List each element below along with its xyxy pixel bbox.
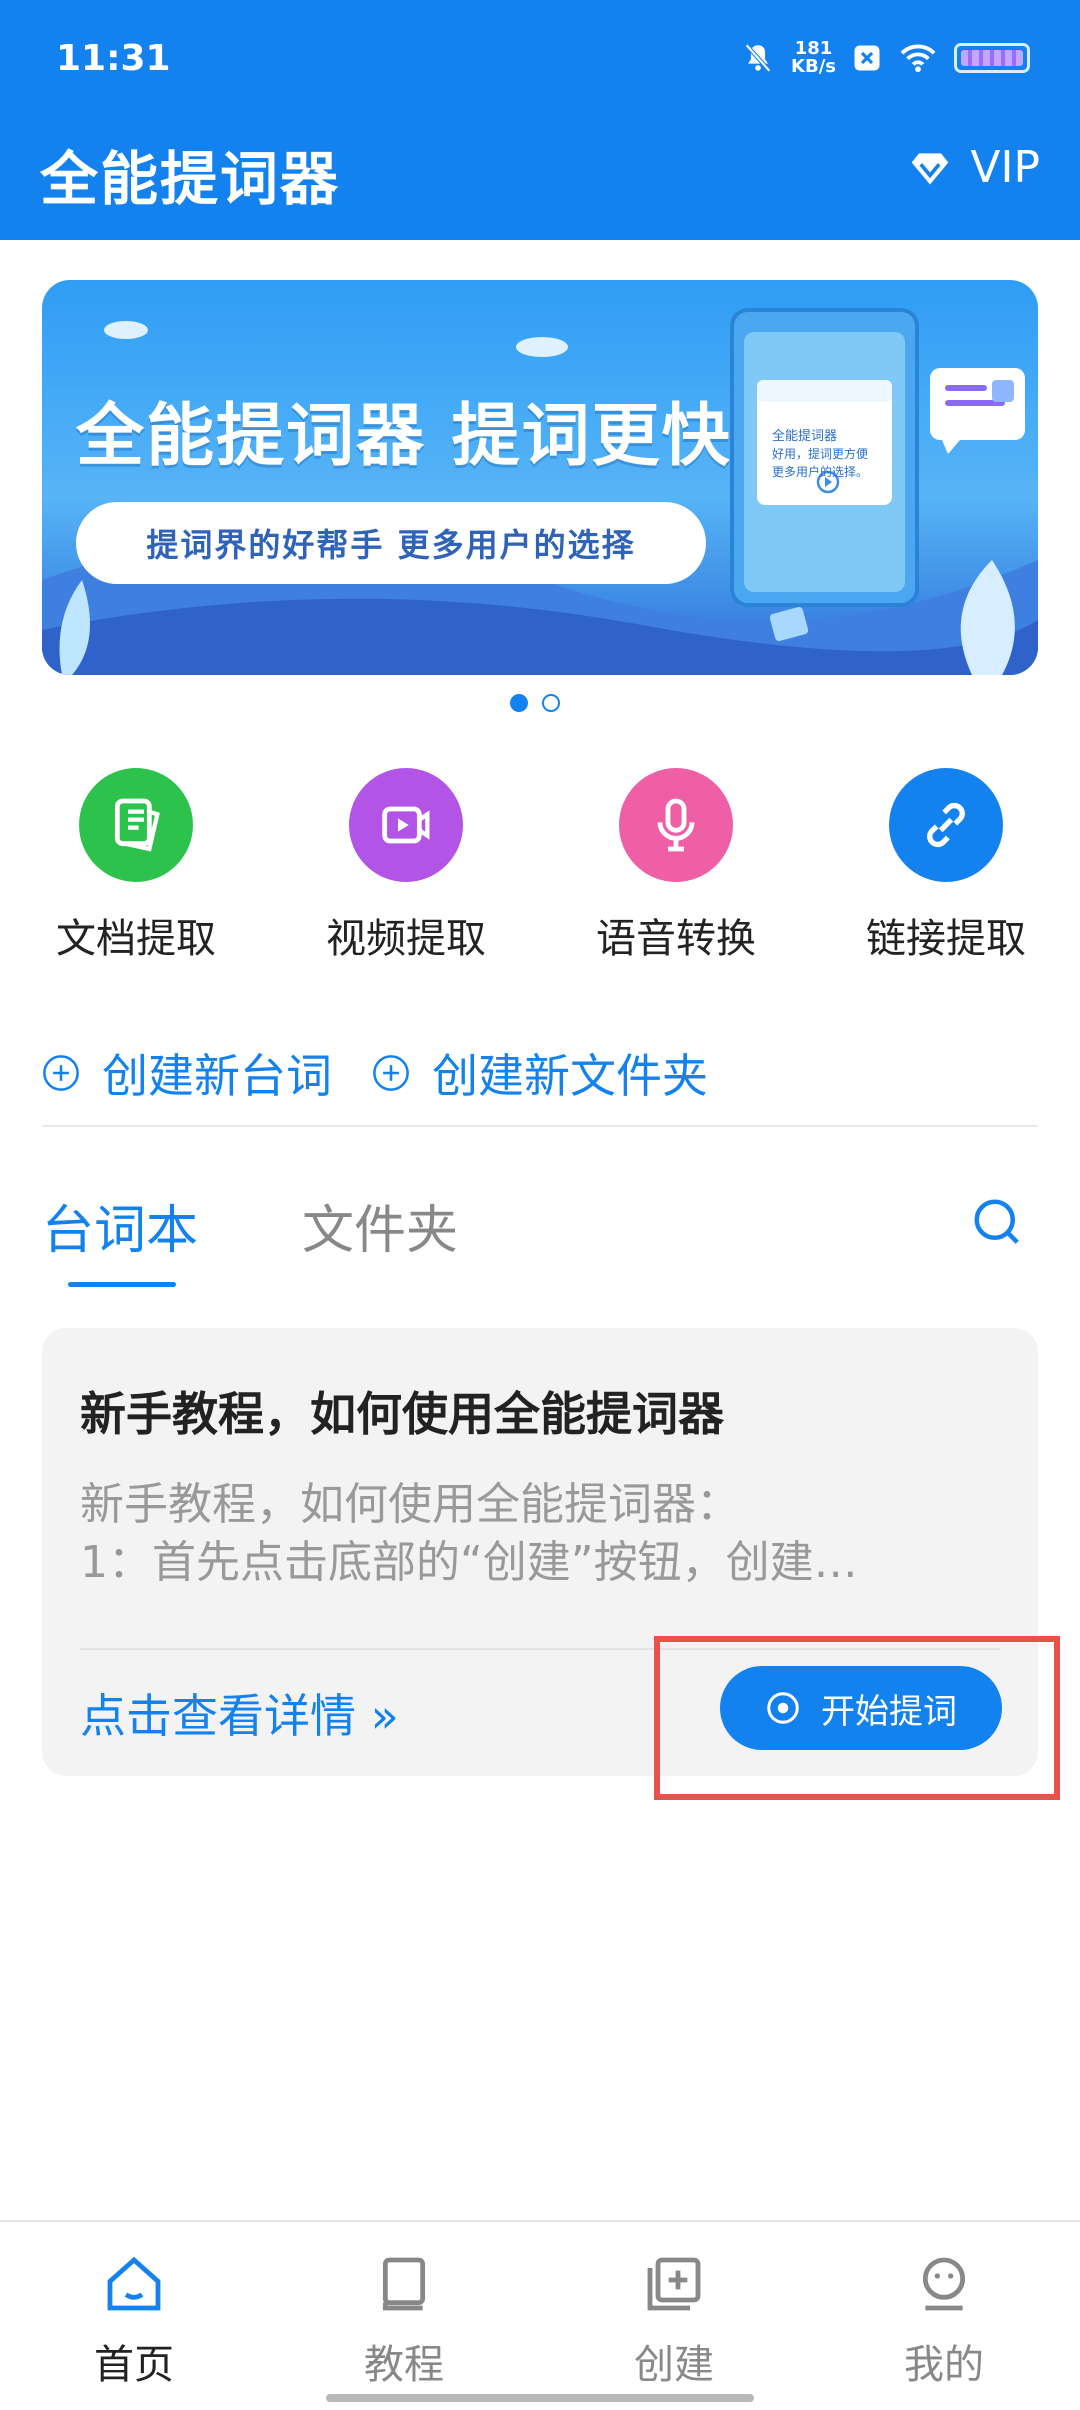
phone-card-title: 全能提词器: [772, 429, 838, 444]
highlight-box: [654, 1636, 1060, 1800]
diamond-icon: [912, 152, 949, 184]
network-speed: 181 KB/s: [791, 40, 836, 76]
notification-icon: [854, 45, 880, 71]
search-icon[interactable]: [970, 1195, 1024, 1249]
tool-label: 文档提取: [56, 916, 216, 962]
add-square-icon: [647, 2257, 701, 2311]
script-preview: 新手教程，如何使用全能提词器： 1：首先点击底部的“创建”按钮，创建…: [80, 1476, 1000, 1592]
tool-label: 语音转换: [596, 916, 756, 962]
nav-profile[interactable]: 我的: [844, 2252, 1044, 2390]
tool-video-extract[interactable]: 视频提取: [306, 768, 506, 964]
status-time: 11:31: [56, 38, 171, 79]
document-icon: [79, 768, 193, 882]
tool-voice-convert[interactable]: 语音转换: [576, 768, 776, 964]
plus-circle-icon: [43, 1055, 79, 1091]
create-folder-label: 创建新文件夹: [432, 1049, 708, 1103]
home-icon: [107, 2256, 161, 2311]
smiley-user-icon: [922, 2257, 966, 2311]
home-indicator[interactable]: [326, 2394, 754, 2402]
tool-link-extract[interactable]: 链接提取: [846, 768, 1046, 964]
plus-circle-icon: [373, 1055, 409, 1091]
nav-label: 创建: [634, 2342, 714, 2388]
tab-scripts[interactable]: 台词本: [42, 1188, 198, 1263]
status-icons: 181 KB/s: [741, 40, 1030, 76]
create-actions: 创建新台词 创建新文件夹: [42, 1040, 708, 1106]
active-tab-indicator: [68, 1282, 176, 1287]
nav-create[interactable]: 创建: [574, 2252, 774, 2390]
vip-button[interactable]: VIP: [908, 142, 1040, 193]
tool-document-extract[interactable]: 文档提取: [36, 768, 236, 964]
nav-home[interactable]: 首页: [34, 2252, 234, 2390]
nav-label: 我的: [904, 2342, 984, 2388]
script-preview-line-1: 新手教程，如何使用全能提词器：: [80, 1479, 740, 1530]
tool-label: 链接提取: [866, 916, 1026, 962]
nav-tutorial[interactable]: 教程: [304, 2252, 504, 2390]
create-script-button[interactable]: 创建新台词: [42, 1040, 332, 1106]
nav-label: 教程: [364, 2342, 444, 2388]
create-folder-button[interactable]: 创建新文件夹: [372, 1040, 708, 1106]
link-icon: [889, 768, 1003, 882]
divider: [42, 1125, 1038, 1127]
nav-label: 首页: [94, 2342, 174, 2388]
video-icon: [349, 768, 463, 882]
banner-title: 全能提词器 提词更快: [76, 397, 732, 476]
view-details-link[interactable]: 点击查看详情 »: [80, 1680, 399, 1746]
app-title: 全能提词器: [40, 145, 341, 213]
bottom-nav: 首页 教程 创建 我的: [0, 2220, 1080, 2410]
phone-card-text-2: 更多用户的选择。: [772, 465, 869, 479]
speed-unit: KB/s: [791, 56, 836, 77]
pager-dot-1[interactable]: [510, 694, 528, 712]
tab-folders[interactable]: 文件夹: [302, 1188, 458, 1263]
create-script-label: 创建新台词: [102, 1049, 332, 1103]
bell-muted-icon: [745, 43, 771, 73]
book-icon: [382, 2257, 426, 2311]
phone-card-text-1: 好用，提词更方便: [772, 447, 869, 461]
tool-label: 视频提取: [326, 916, 486, 962]
battery-icon: [954, 43, 1030, 73]
vip-label: VIP: [970, 142, 1040, 193]
script-title: 新手教程，如何使用全能提词器: [80, 1387, 724, 1441]
pager-dot-2[interactable]: [542, 694, 560, 712]
wifi-icon: [900, 44, 936, 73]
microphone-icon: [619, 768, 733, 882]
top-bar: 11:31 181 KB/s 全能提词器 VIP: [0, 0, 1080, 240]
script-preview-line-2: 1：首先点击底部的“创建”按钮，创建…: [80, 1537, 858, 1588]
promo-banner[interactable]: 全能提词器 提词更快 提词界的好帮手 更多用户的选择 全能提词器 好用，提词更方…: [42, 280, 1038, 675]
banner-subtitle: 提词界的好帮手 更多用户的选择: [76, 502, 706, 584]
banner-pager[interactable]: [510, 694, 560, 712]
